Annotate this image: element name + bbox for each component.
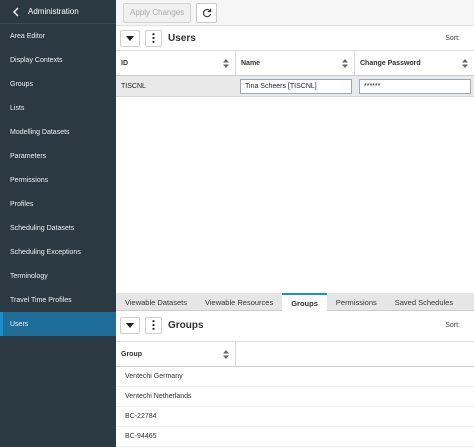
tab-viewable-resources[interactable]: Viewable Resources <box>196 293 282 311</box>
users-panel-title: Users <box>168 32 196 44</box>
column-header-id-label: ID <box>121 59 128 67</box>
sidebar-item-users[interactable]: Users <box>0 312 116 336</box>
sidebar-item-display-contexts[interactable]: Display Contexts <box>0 48 116 72</box>
users-menu-button[interactable] <box>145 29 162 47</box>
caret-down-icon <box>126 322 134 328</box>
tab-permissions[interactable]: Permissions <box>327 293 386 311</box>
toolbar: Apply Changes <box>116 0 474 26</box>
sidebar-item-lists[interactable]: Lists <box>0 96 116 120</box>
users-collapse-button[interactable] <box>120 29 140 47</box>
groups-panel: Groups Sort: Group Ventechi Germany Vent… <box>116 313 474 447</box>
users-table: ID Name Change Password TISCNL Tina Sche… <box>116 50 474 97</box>
user-id-cell: TISCNL <box>121 82 146 90</box>
sidebar-item-scheduling-datasets[interactable]: Scheduling Datasets <box>0 216 116 240</box>
list-item[interactable]: BC-94465 <box>116 427 474 447</box>
sidebar-item-permissions[interactable]: Permissions <box>0 168 116 192</box>
sidebar-item-profiles[interactable]: Profiles <box>0 192 116 216</box>
chevron-left-icon[interactable] <box>10 6 22 18</box>
sidebar-item-groups[interactable]: Groups <box>0 72 116 96</box>
main-content: Apply Changes Users Sort: ID Name Change… <box>116 0 474 447</box>
sidebar-header[interactable]: Administration <box>0 0 116 24</box>
kebab-icon <box>152 33 155 43</box>
column-header-id[interactable]: ID <box>116 51 236 75</box>
apply-changes-button[interactable]: Apply Changes <box>123 2 192 23</box>
column-header-change-password[interactable]: Change Password <box>355 51 474 75</box>
groups-menu-button[interactable] <box>145 316 162 334</box>
table-row[interactable]: TISCNL Tina Scheers [TISCNL] ****** <box>116 76 474 97</box>
sidebar-item-modelling-datasets[interactable]: Modelling Datasets <box>0 120 116 144</box>
sidebar-item-scheduling-exceptions[interactable]: Scheduling Exceptions <box>0 240 116 264</box>
sort-arrows-icon[interactable] <box>342 58 348 68</box>
groups-sort-label[interactable]: Sort: <box>445 322 460 329</box>
list-item[interactable]: Ventechi Germany <box>116 367 474 387</box>
tab-groups[interactable]: Groups <box>282 293 327 311</box>
tab-saved-schedules[interactable]: Saved Schedules <box>386 293 462 311</box>
sort-arrows-icon[interactable] <box>223 349 229 359</box>
column-header-group-label: Group <box>121 350 142 358</box>
sidebar-item-area-editor[interactable]: Area Editor <box>0 24 116 48</box>
refresh-icon <box>202 8 211 17</box>
sort-arrows-icon[interactable] <box>223 58 229 68</box>
user-password-cell: ****** <box>355 76 474 96</box>
sidebar-item-travel-time-profiles[interactable]: Travel Time Profiles <box>0 288 116 312</box>
column-header-change-password-label: Change Password <box>360 59 421 67</box>
sort-arrows-icon[interactable] <box>462 58 468 68</box>
kebab-icon <box>152 320 155 330</box>
groups-panel-header: Groups Sort: <box>116 313 474 337</box>
sidebar-item-parameters[interactable]: Parameters <box>0 144 116 168</box>
column-header-group[interactable]: Group <box>116 342 236 366</box>
sidebar-title: Administration <box>28 7 79 16</box>
users-panel-header: Users Sort: <box>116 26 474 50</box>
user-name-input[interactable]: Tina Scheers [TISCNL] <box>240 78 352 94</box>
column-header-name[interactable]: Name <box>236 51 355 75</box>
change-password-input[interactable]: ****** <box>359 78 471 94</box>
list-item[interactable]: Ventechi Netherlands <box>116 387 474 407</box>
users-sort-label[interactable]: Sort: <box>445 35 460 42</box>
groups-collapse-button[interactable] <box>120 316 140 334</box>
detail-tabs: Viewable Datasets Viewable Resources Gro… <box>116 293 474 311</box>
caret-down-icon <box>126 35 134 41</box>
refresh-button[interactable] <box>196 2 218 23</box>
groups-table-header: Group <box>116 341 474 367</box>
groups-panel-title: Groups <box>168 319 204 331</box>
tab-viewable-datasets[interactable]: Viewable Datasets <box>116 293 196 311</box>
user-name-cell: Tina Scheers [TISCNL] <box>236 76 355 96</box>
sidebar: Administration Area Editor Display Conte… <box>0 0 116 447</box>
column-header-name-label: Name <box>241 59 261 67</box>
list-item[interactable]: BC-22784 <box>116 407 474 427</box>
users-table-header: ID Name Change Password <box>116 50 474 76</box>
sidebar-item-terminology[interactable]: Terminology <box>0 264 116 288</box>
